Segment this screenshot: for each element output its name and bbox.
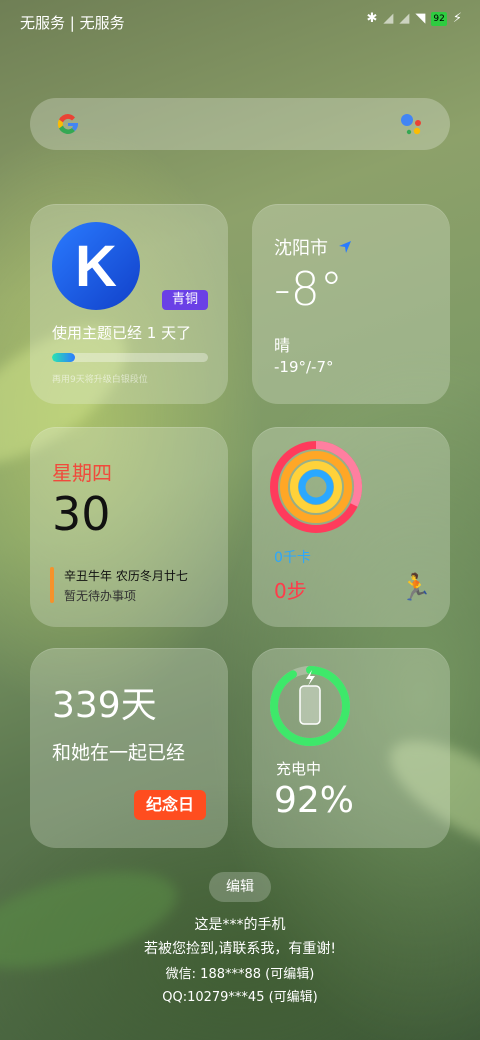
theme-usage-text: 使用主题已经 1 天了 [52,324,192,342]
calendar-widget[interactable]: 星期四 30 辛丑牛年 农历冬月廿七 暂无待办事项 [30,427,228,627]
carrier-label: 无服务 | 无服务 [20,14,125,32]
weather-widget[interactable]: 沈阳市 -8° 晴 -19°/-7° [252,204,450,404]
activity-rings-icon [270,440,362,533]
anniversary-button[interactable]: 纪念日 [134,790,206,820]
charging-bolt-icon: ⚡ [452,11,462,26]
steps-value: 0步 [274,579,307,603]
theme-usage-widget[interactable]: K 青铜 使用主题已经 1 天了 再用9天将升级白银段位 [30,204,228,404]
calendar-accent-bar [50,567,54,603]
charging-status: 充电中 [276,760,322,778]
weekday-label: 星期四 [52,461,112,485]
google-search-bar[interactable] [30,98,450,150]
location-arrow-icon [339,241,351,253]
status-bar: 无服务 | 无服务 ✱ ◢ ◢ ◥ 92 ⚡ [0,0,480,42]
calories-value: 0千卡 [274,550,311,566]
running-icon: 🏃 [399,573,432,603]
bluetooth-icon: ✱ [366,11,378,26]
theme-progress-fill [52,353,76,362]
fitness-widget[interactable]: 0千卡 0步 🏃 [252,427,450,627]
google-assistant-icon[interactable] [398,110,426,138]
temperature-range: -19°/-7° [274,358,334,376]
theme-progress-bar [52,353,208,362]
theme-upgrade-hint: 再用9天将升级白银段位 [52,375,148,385]
signal-icon: ◢ [383,11,394,26]
battery-icon: 92 [431,11,447,26]
level-badge: 青铜 [162,290,208,310]
google-icon [57,113,79,134]
battery-percent: 92% [274,780,355,821]
anniversary-widget[interactable]: 339天 和她在一起已经 纪念日 [30,648,228,848]
weather-condition: 晴 [274,336,291,355]
owner-info-line: QQ:10279***45 (可编辑) [162,990,318,1005]
theme-app-logo-icon: K [52,222,140,310]
days-count: 339天 [52,685,157,726]
city-name: 沈阳市 [274,238,328,259]
current-temperature: -8° [274,262,343,316]
owner-info-line: 若被您捡到,请联系我，有重谢! [143,941,337,957]
battery-ring-icon [270,666,350,746]
day-number: 30 [52,487,111,541]
lunar-date: 辛丑牛年 农历冬月廿七 [64,569,188,583]
weather-city: 沈阳市 [274,234,352,260]
owner-info-line: 这是***的手机 [194,917,286,933]
anniversary-text: 和她在一起已经 [52,742,186,764]
status-icons: ✱ ◢ ◢ ◥ 92 ⚡ [367,11,463,26]
wifi-icon: ◥ [415,11,426,26]
signal-icon: ◢ [399,11,410,26]
todo-status: 暂无待办事项 [64,589,137,603]
edit-button[interactable]: 编辑 [209,872,271,902]
battery-widget[interactable]: 充电中 92% [252,648,450,848]
owner-info-line: 微信: 188***88 (可编辑) [165,967,315,982]
